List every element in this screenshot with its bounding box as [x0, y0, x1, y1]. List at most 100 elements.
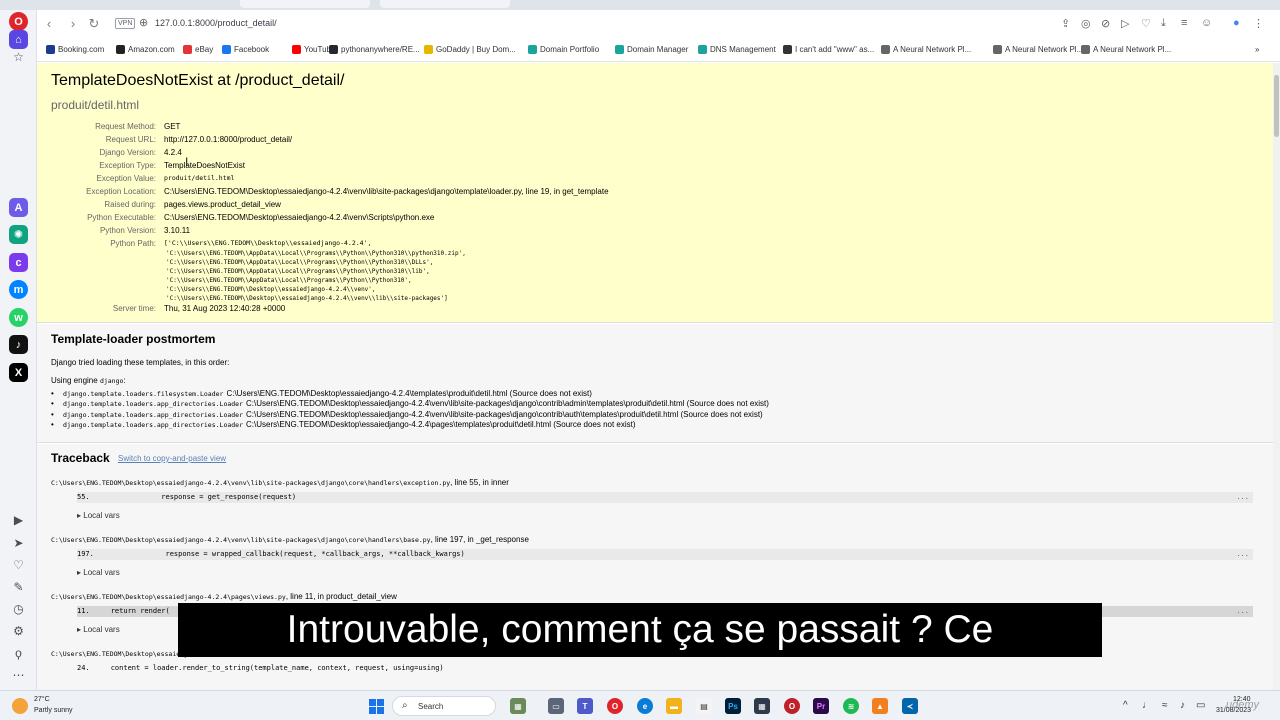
vscode-icon[interactable]: ≺	[902, 698, 918, 714]
edit-icon[interactable]: ✎	[11, 579, 26, 594]
more-icon[interactable]: ⋯	[11, 667, 26, 682]
bookmark-item[interactable]: pythonanywhere/RE...	[329, 45, 420, 54]
engine-prefix: Using engine	[51, 376, 98, 385]
adblock-icon[interactable]: ⊘	[1101, 17, 1110, 30]
chatsonic-icon[interactable]: c	[9, 253, 28, 272]
player-toolbar-icon[interactable]: ▷	[1121, 17, 1129, 30]
settings-icon[interactable]: ⚙	[11, 623, 26, 638]
snapshot-icon[interactable]: ◎	[1081, 17, 1091, 30]
history-icon[interactable]: ◷	[11, 601, 26, 616]
calculator-icon[interactable]: ▦	[754, 698, 770, 714]
weather-icon[interactable]	[12, 698, 28, 714]
browser-tab[interactable]	[380, 0, 510, 8]
tiktok-icon[interactable]: ♪	[9, 335, 28, 354]
bookmark-item[interactable]: Facebook	[222, 45, 269, 54]
chatgpt-icon[interactable]: ✺	[9, 225, 28, 244]
local-vars-toggle[interactable]: ▸ Local vars	[77, 625, 120, 634]
site-info-icon[interactable]: ⊕	[139, 16, 148, 29]
expand-context-button[interactable]: ...	[1236, 549, 1249, 560]
bookmark-item[interactable]: Amazon.com	[116, 45, 175, 54]
vpn-badge[interactable]: VPN	[115, 18, 136, 29]
photoshop-icon[interactable]: Ps	[725, 698, 741, 714]
extension-icon[interactable]: ●	[1233, 17, 1240, 29]
player-icon[interactable]: ▶	[11, 512, 26, 527]
opera-logo-icon[interactable]: O	[9, 12, 28, 31]
bookmark-item[interactable]: Booking.com	[46, 45, 104, 54]
local-vars-toggle[interactable]: ▸ Local vars	[77, 511, 120, 520]
tray-chevron-icon[interactable]: ^	[1123, 700, 1128, 711]
edge-icon[interactable]: e	[637, 698, 653, 714]
heart-icon[interactable]: ♡	[11, 557, 26, 572]
battery-icon[interactable]: ▭	[1196, 700, 1205, 711]
frame-code-line[interactable]: 197. response = wrapped_callback(request…	[77, 549, 1253, 560]
python-path-line: 'C:\\Users\\ENG.TEDOM\\AppData\\Local\\P…	[166, 250, 466, 257]
template-postmortem-section: Template-loader postmortem Django tried …	[37, 324, 1273, 443]
meta-value: http://127.0.0.1:8000/product_detail/	[164, 135, 293, 144]
bookmark-item[interactable]: GoDaddy | Buy Dom...	[424, 45, 516, 54]
windows-taskbar: 27°C Partly sunny ⌕ Search ▦ ▭ T O e ▬ ▤…	[0, 690, 1280, 720]
bookmark-favicon-icon	[881, 45, 890, 54]
frame-code-line[interactable]: 55. response = get_response(request)...	[77, 492, 1253, 503]
pin-icon[interactable]: ☆	[11, 49, 26, 64]
microphone-icon[interactable]: ♩	[1142, 700, 1152, 711]
aria-icon[interactable]: A	[9, 198, 28, 217]
page-scrollbar[interactable]	[1273, 63, 1280, 690]
taskbar-search[interactable]: ⌕ Search	[392, 696, 496, 716]
vlc-icon[interactable]: ▲	[872, 698, 888, 714]
forward-icon[interactable]: ›	[65, 16, 81, 31]
bookmark-item[interactable]: A Neural Network Pl...	[881, 45, 971, 54]
engine-name: django	[99, 377, 124, 385]
premiere-icon[interactable]: Pr	[813, 698, 829, 714]
bulb-icon[interactable]: ϙ	[11, 645, 26, 660]
scroll-thumb[interactable]	[1274, 75, 1279, 137]
opera-gx-icon[interactable]: O	[784, 698, 800, 714]
local-vars-toggle[interactable]: ▸ Local vars	[77, 568, 120, 577]
error-summary: TemplateDoesNotExist at /product_detail/…	[37, 63, 1273, 323]
bookmark-item[interactable]: Domain Portfolio	[528, 45, 599, 54]
notepad-icon[interactable]: ▤	[696, 698, 712, 714]
bookmark-heart-icon[interactable]: ♡	[1141, 17, 1151, 30]
send-icon[interactable]: ➤	[11, 535, 26, 550]
url-bar[interactable]: 127.0.0.1:8000/product_detail/	[155, 18, 277, 28]
reload-icon[interactable]: ↻	[86, 16, 102, 32]
widgets-icon[interactable]: ▦	[510, 698, 526, 714]
task-view-icon[interactable]: ▭	[548, 698, 564, 714]
weather-description[interactable]: Partly sunny	[34, 707, 73, 714]
x-twitter-icon[interactable]: X	[9, 363, 28, 382]
send-page-icon[interactable]: ⇪	[1061, 17, 1070, 30]
spotify-icon[interactable]: ≋	[843, 698, 859, 714]
bookmark-item[interactable]: Domain Manager	[615, 45, 688, 54]
browser-menu-icon[interactable]: ⋮	[1253, 17, 1264, 30]
template-path: C:\Users\ENG.TEDOM\Desktop\essaiedjango-…	[226, 389, 592, 398]
menu-icon[interactable]: ≡	[1181, 17, 1187, 29]
bookmark-item[interactable]: DNS Management	[698, 45, 776, 54]
messenger-icon[interactable]: m	[9, 280, 28, 299]
bookmark-item[interactable]: eBay	[183, 45, 213, 54]
video-subtitle: Introuvable, comment ça se passait ? Ce	[178, 603, 1102, 657]
bookmark-item[interactable]: A Neural Network Pl...	[993, 45, 1083, 54]
wifi-icon[interactable]: ≈	[1162, 700, 1168, 711]
loader-name: django.template.loaders.app_directories.…	[63, 411, 244, 419]
frame-code-line[interactable]: 24. content = loader.render_to_string(te…	[77, 663, 1253, 674]
meta-key: Python Version:	[99, 226, 156, 235]
weather-temperature[interactable]: 27°C	[34, 696, 50, 703]
home-icon[interactable]: ⌂	[9, 30, 28, 49]
volume-icon[interactable]: ♪	[1180, 700, 1185, 711]
file-explorer-icon[interactable]: ▬	[666, 698, 682, 714]
frame-header: C:\Users\ENG.TEDOM\Desktop\essaiedj	[51, 649, 188, 658]
address-toolbar: ‹ › ↻ VPN ⊕ 127.0.0.1:8000/product_detai…	[37, 10, 1280, 38]
expand-context-button[interactable]: ...	[1236, 492, 1249, 503]
bookmark-item[interactable]: A Neural Network Pl...	[1081, 45, 1171, 54]
teams-icon[interactable]: T	[577, 698, 593, 714]
download-icon[interactable]: ⤓	[1161, 17, 1166, 30]
switch-copy-paste-link[interactable]: Switch to copy-and-paste view	[118, 454, 226, 463]
start-button[interactable]	[369, 699, 384, 714]
opera-taskbar-icon[interactable]: O	[607, 698, 623, 714]
bookmarks-overflow-icon[interactable]: »	[1255, 45, 1259, 54]
whatsapp-icon[interactable]: w	[9, 308, 28, 327]
browser-tab[interactable]	[240, 0, 370, 8]
expand-context-button[interactable]: ...	[1236, 606, 1249, 617]
profile-icon[interactable]: ☺	[1201, 17, 1212, 29]
back-icon[interactable]: ‹	[41, 16, 57, 31]
bookmark-item[interactable]: I can't add "www" as...	[783, 45, 874, 54]
